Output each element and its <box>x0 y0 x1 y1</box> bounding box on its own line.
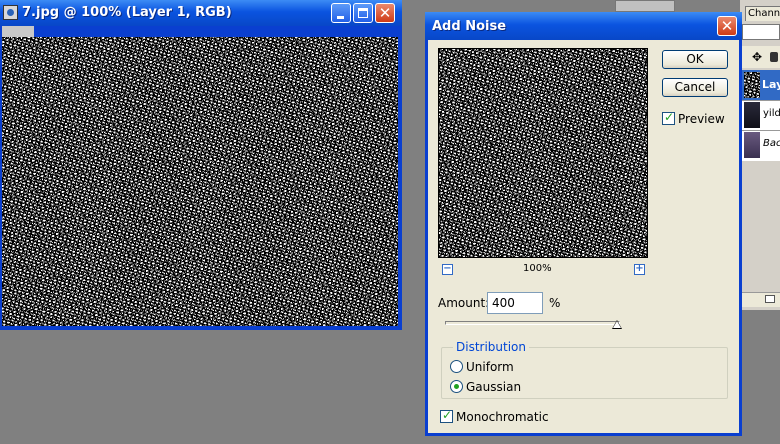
layer-thumbnail <box>744 102 760 128</box>
move-icon[interactable]: ✥ <box>752 50 762 64</box>
document-window[interactable]: 7.jpg @ 100% (Layer 1, RGB) ✕ <box>0 0 402 330</box>
gaussian-radio[interactable] <box>450 380 463 393</box>
tab-channels[interactable]: Channel <box>745 6 780 21</box>
add-noise-dialog: Add Noise ✕ − 100% + OK Cancel ✓ Preview… <box>425 12 742 436</box>
document-titlebar[interactable]: 7.jpg @ 100% (Layer 1, RGB) ✕ <box>0 0 402 26</box>
close-button[interactable]: ✕ <box>375 3 395 23</box>
close-icon: ✕ <box>720 17 734 35</box>
amount-slider-handle[interactable] <box>612 320 622 329</box>
minimize-icon <box>337 16 344 19</box>
folder-icon[interactable] <box>765 295 775 303</box>
uniform-radio[interactable] <box>450 360 463 373</box>
zoom-in-button[interactable]: + <box>634 264 645 275</box>
minimize-button[interactable] <box>331 3 351 23</box>
dialog-titlebar[interactable]: Add Noise ✕ <box>425 12 742 40</box>
preview-checkbox[interactable]: ✓ <box>662 110 675 125</box>
checkmark-icon: ✓ <box>664 110 675 124</box>
layer-thumbnail <box>744 72 760 98</box>
monochromatic-checkbox[interactable]: ✓ <box>440 408 453 423</box>
dialog-close-button[interactable]: ✕ <box>717 16 737 36</box>
monochromatic-label[interactable]: Monochromatic <box>456 410 549 424</box>
navigator-thumb <box>615 0 675 12</box>
uniform-label[interactable]: Uniform <box>466 360 514 374</box>
ok-button[interactable]: OK <box>662 50 728 69</box>
zoom-out-button[interactable]: − <box>442 264 453 275</box>
filter-preview[interactable] <box>438 48 648 258</box>
document-title: 7.jpg @ 100% (Layer 1, RGB) <box>22 5 232 20</box>
layer-name: Lay <box>762 78 780 91</box>
maximize-button[interactable] <box>353 3 373 23</box>
cancel-button[interactable]: Cancel <box>662 78 728 97</box>
layer-thumbnail <box>744 132 760 158</box>
amount-label: Amount: <box>438 296 490 310</box>
maximize-icon <box>358 8 368 18</box>
dialog-title: Add Noise <box>432 19 507 34</box>
document-canvas[interactable] <box>2 37 398 326</box>
zoom-level: 100% <box>523 263 552 274</box>
checkmark-icon: ✓ <box>442 408 453 422</box>
preview-label[interactable]: Preview <box>678 112 725 126</box>
close-icon: ✕ <box>378 4 392 22</box>
radio-selected-dot <box>454 384 459 389</box>
lock-icon[interactable] <box>770 52 778 62</box>
layer-name: yildi <box>763 108 780 119</box>
distribution-legend: Distribution <box>453 340 530 354</box>
layer-name: Bac <box>763 138 780 149</box>
amount-unit: % <box>549 296 561 310</box>
blend-mode-dropdown[interactable] <box>742 24 780 40</box>
amount-input[interactable]: 400 <box>487 292 543 314</box>
amount-slider-track[interactable] <box>445 321 620 325</box>
photoshop-doc-icon <box>3 5 18 20</box>
gaussian-label[interactable]: Gaussian <box>466 380 521 394</box>
